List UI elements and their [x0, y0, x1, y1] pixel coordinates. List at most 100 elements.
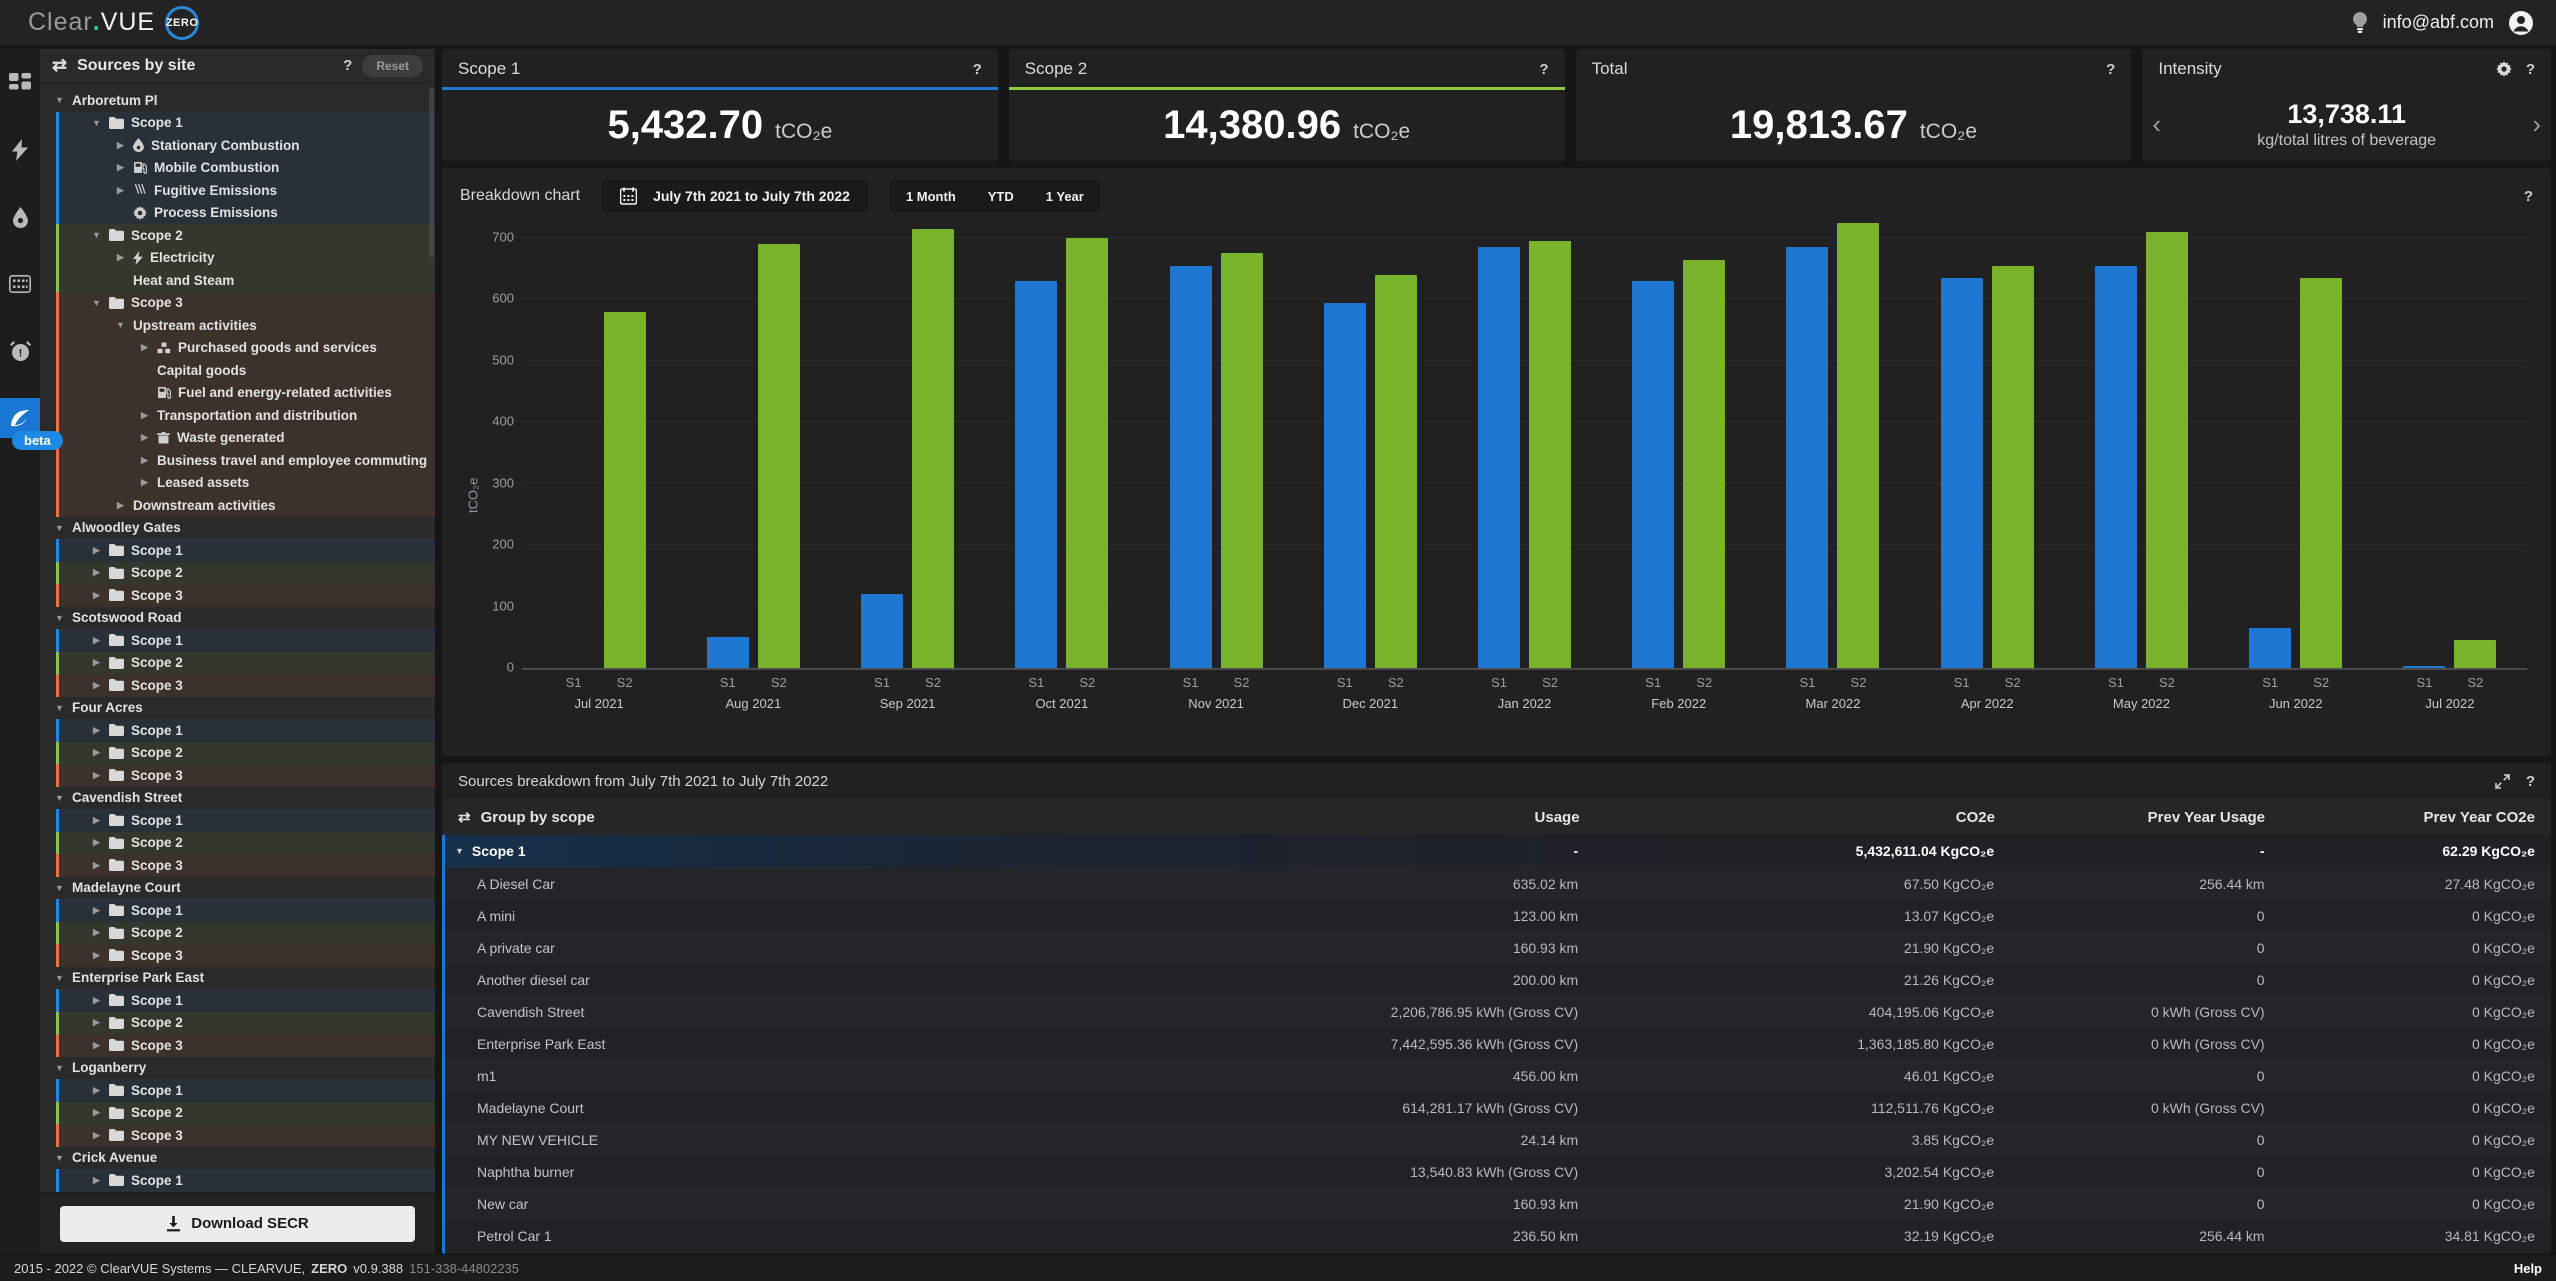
bar-s1-sep-2021[interactable] — [861, 594, 903, 668]
rail-item-water[interactable] — [0, 197, 40, 237]
caret-right-icon[interactable]: ▶ — [91, 950, 102, 961]
bar-s1-mar-2022[interactable] — [1786, 247, 1828, 668]
bar-s1-nov-2021[interactable] — [1170, 266, 1212, 668]
bar-s1-aug-2021[interactable] — [707, 637, 749, 668]
gear-icon[interactable] — [2496, 61, 2512, 77]
bar-s2-apr-2022[interactable] — [1992, 266, 2034, 668]
caret-right-icon[interactable]: ▶ — [91, 837, 102, 848]
bar-s2-mar-2022[interactable] — [1837, 223, 1879, 668]
help-link[interactable]: Help — [2514, 1261, 2542, 1276]
caret-right-icon[interactable]: ▶ — [115, 162, 126, 173]
caret-right-icon[interactable]: ▶ — [91, 545, 102, 556]
table-row-petrol-car-1[interactable]: Petrol Car 1236.50 km32.19 KgCO₂e256.44 … — [445, 1219, 2551, 1251]
caret-down-icon[interactable]: ▼ — [91, 298, 102, 308]
tree-item-fuel-and-energy-related-activities[interactable]: Fuel and energy-related activities — [59, 382, 435, 405]
tree-item-loganberry[interactable]: ▼Loganberry — [46, 1057, 435, 1080]
expand-icon[interactable] — [2495, 774, 2510, 789]
caret-right-icon[interactable]: ▶ — [91, 815, 102, 826]
table-row-cavendish-street[interactable]: Cavendish Street2,206,786.95 kWh (Gross … — [445, 995, 2551, 1027]
tree-item-scope-3[interactable]: ▶Scope 3 — [59, 764, 435, 787]
tree-item-scope-1[interactable]: ▶Scope 1 — [59, 719, 435, 742]
sidebar-help-icon[interactable]: ? — [343, 57, 352, 74]
tree-scrollbar[interactable] — [429, 87, 434, 257]
download-secr-button[interactable]: Download SECR — [60, 1206, 415, 1242]
caret-right-icon[interactable]: ▶ — [91, 1017, 102, 1028]
reset-button[interactable]: Reset — [362, 55, 423, 77]
caret-right-icon[interactable]: ▶ — [91, 770, 102, 781]
user-avatar-icon[interactable] — [2508, 10, 2534, 36]
tree-item-business-travel-and-employee-commuting[interactable]: ▶Business travel and employee commuting — [59, 449, 435, 472]
table-row-enterprise-park-east[interactable]: Enterprise Park East7,442,595.36 kWh (Gr… — [445, 1027, 2551, 1059]
tree-item-scope-3[interactable]: ▶Scope 3 — [59, 1124, 435, 1147]
tree-item-scope-2[interactable]: ▶Scope 2 — [59, 562, 435, 585]
bar-s2-nov-2021[interactable] — [1221, 253, 1263, 668]
col-group-by-scope[interactable]: Group by scope — [481, 809, 595, 826]
tree-item-electricity[interactable]: ▶Electricity — [59, 247, 435, 270]
caret-right-icon[interactable]: ▶ — [91, 860, 102, 871]
table-row-a-private-car[interactable]: A private car160.93 km21.90 KgCO₂e00 KgC… — [445, 931, 2551, 963]
group-caret-down-icon[interactable]: ▼ — [455, 846, 464, 856]
caret-down-icon[interactable]: ▼ — [54, 883, 65, 893]
table-row-a-diesel-car[interactable]: A Diesel Car635.02 km67.50 KgCO₂e256.44 … — [445, 867, 2551, 899]
rail-item-meters[interactable] — [0, 264, 40, 304]
bar-s1-jul-2022[interactable] — [2403, 666, 2445, 668]
caret-right-icon[interactable]: ▶ — [91, 747, 102, 758]
tree-item-scope-3[interactable]: ▶Scope 3 — [59, 584, 435, 607]
tree-item-downstream-activities[interactable]: ▶Downstream activities — [59, 494, 435, 517]
scope1-help-icon[interactable]: ? — [973, 61, 982, 78]
table-row-m1[interactable]: m1456.00 km46.01 KgCO₂e00 KgCO₂e — [445, 1059, 2551, 1091]
swap-icon[interactable]: ⇄ — [52, 55, 67, 76]
tree-item-scope-2[interactable]: ▶Scope 2 — [59, 652, 435, 675]
table-row-another-diesel-car[interactable]: Another diesel car200.00 km21.26 KgCO₂e0… — [445, 963, 2551, 995]
caret-right-icon[interactable]: ▶ — [91, 905, 102, 916]
caret-down-icon[interactable]: ▼ — [54, 703, 65, 713]
bar-s1-jan-2022[interactable] — [1478, 247, 1520, 668]
caret-right-icon[interactable]: ▶ — [139, 477, 150, 488]
range-ytd-button[interactable]: YTD — [972, 180, 1030, 212]
col-prev-year-usage[interactable]: Prev Year Usage — [1995, 809, 2265, 826]
col-co2e[interactable]: CO2e — [1580, 809, 1995, 826]
caret-down-icon[interactable]: ▼ — [91, 230, 102, 240]
table-row-naphtha-burner[interactable]: Naphtha burner13,540.83 kWh (Gross CV)3,… — [445, 1155, 2551, 1187]
tree-item-scope-3[interactable]: ▶Scope 3 — [59, 944, 435, 967]
caret-down-icon[interactable]: ▼ — [115, 320, 126, 330]
caret-down-icon[interactable]: ▼ — [54, 973, 65, 983]
caret-right-icon[interactable]: ▶ — [91, 680, 102, 691]
caret-right-icon[interactable]: ▶ — [91, 927, 102, 938]
range-1month-button[interactable]: 1 Month — [890, 180, 972, 212]
tree-item-scope-3[interactable]: ▶Scope 3 — [59, 674, 435, 697]
tree-item-scotswood-road[interactable]: ▼Scotswood Road — [46, 607, 435, 630]
tree-item-waste-generated[interactable]: ▶Waste generated — [59, 427, 435, 450]
tree-item-purchased-goods-and-services[interactable]: ▶Purchased goods and services — [59, 337, 435, 360]
tree-item-scope-1[interactable]: ▶Scope 1 — [59, 899, 435, 922]
rail-item-carbon[interactable]: beta — [0, 398, 40, 438]
table-row-my-new-vehicle[interactable]: MY NEW VEHICLE24.14 km3.85 KgCO₂e00 KgCO… — [445, 1123, 2551, 1155]
caret-right-icon[interactable]: ▶ — [115, 140, 126, 151]
scope2-help-icon[interactable]: ? — [1539, 61, 1548, 78]
caret-right-icon[interactable]: ▶ — [91, 567, 102, 578]
col-prev-year-co2e[interactable]: Prev Year CO2e — [2265, 809, 2535, 826]
tree-item-scope-1[interactable]: ▶Scope 1 — [59, 629, 435, 652]
bar-s2-jan-2022[interactable] — [1529, 241, 1571, 668]
table-row-a-mini[interactable]: A mini123.00 km13.07 KgCO₂e00 KgCO₂e — [445, 899, 2551, 931]
tree-item-cavendish-street[interactable]: ▼Cavendish Street — [46, 787, 435, 810]
bar-s2-may-2022[interactable] — [2146, 232, 2188, 668]
caret-right-icon[interactable]: ▶ — [91, 1107, 102, 1118]
tree-item-fugitive-emissions[interactable]: ▶Fugitive Emissions — [59, 179, 435, 202]
bar-s2-oct-2021[interactable] — [1066, 238, 1108, 668]
tree-item-enterprise-park-east[interactable]: ▼Enterprise Park East — [46, 967, 435, 990]
range-1year-button[interactable]: 1 Year — [1030, 180, 1100, 212]
tree-item-scope-2[interactable]: ▼Scope 2 — [59, 224, 435, 247]
caret-right-icon[interactable]: ▶ — [139, 432, 150, 443]
bar-s2-jun-2022[interactable] — [2300, 278, 2342, 668]
tree-item-upstream-activities[interactable]: ▼Upstream activities — [59, 314, 435, 337]
tree-item-scope-2[interactable]: ▶Scope 2 — [59, 1102, 435, 1125]
tree-item-scope-1[interactable]: ▶Scope 1 — [59, 989, 435, 1012]
caret-right-icon[interactable]: ▶ — [139, 455, 150, 466]
tree-item-capital-goods[interactable]: Capital goods — [59, 359, 435, 382]
caret-down-icon[interactable]: ▼ — [54, 613, 65, 623]
tree-item-transportation-and-distribution[interactable]: ▶Transportation and distribution — [59, 404, 435, 427]
tree-item-scope-3[interactable]: ▶Scope 3 — [59, 1034, 435, 1057]
caret-right-icon[interactable]: ▶ — [91, 635, 102, 646]
chart-help-icon[interactable]: ? — [2524, 188, 2533, 205]
